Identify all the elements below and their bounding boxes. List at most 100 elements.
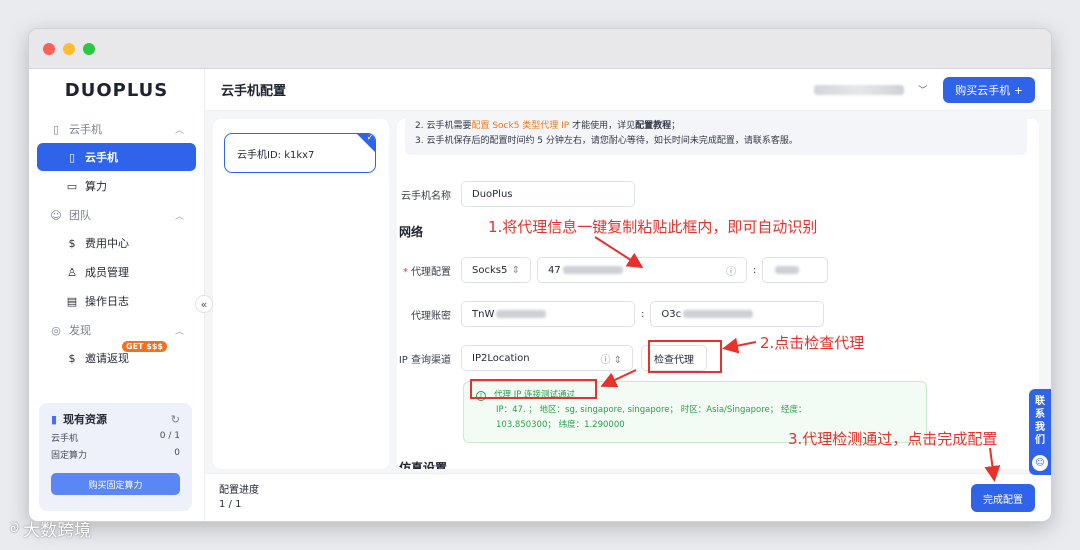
maximize-window-button[interactable] (83, 43, 95, 55)
sidebar-item-label: 邀请返现 (85, 352, 129, 365)
sidebar-item-compute[interactable]: ▭ 算力 (37, 172, 196, 200)
highlight-check-proxy (648, 340, 722, 373)
result-detail-line: IP：47. ； 地区：sg, singapore, singapore； 时区… (496, 405, 807, 415)
header: 云手机配置 ﹀ 购买云手机 + (205, 69, 1051, 111)
tutorial-link[interactable]: 配置教程 (635, 121, 671, 131)
minimize-window-button[interactable] (63, 43, 75, 55)
info-icon[interactable]: ⓘ (726, 263, 736, 278)
sidebar-item-label: 操作日志 (85, 295, 129, 308)
sidebar-item-label: 算力 (85, 180, 107, 193)
progress-value: 1 / 1 (219, 499, 242, 510)
resources-title: ▮ 现有资源 ↻ (51, 411, 180, 427)
sidebar: DUOPLUS ▯ 云手机 ︿ ▯ 云手机 ▭ 算力 ☺ 团队 ︿ $ 费用中心… (29, 69, 205, 521)
watermark-logo-icon: ᘐ (10, 521, 20, 536)
annotation-step-3: 3.代理检测通过，点击完成配置 (788, 430, 998, 448)
device-list-panel: 云手机ID: k1kx7 ✓ (213, 119, 389, 469)
compass-icon: ◎ (51, 323, 61, 337)
account-menu[interactable]: ﹀ (814, 83, 927, 96)
buy-fixed-compute-button[interactable]: 购买固定算力 (51, 473, 180, 495)
close-window-button[interactable] (43, 43, 55, 55)
members-icon: ♙ (67, 265, 77, 279)
section-network: 网络 (399, 225, 424, 239)
username-value: TnW (472, 308, 495, 320)
annotation-step-1: 1.将代理信息一键复制粘贴此框内，即可自动识别 (488, 218, 818, 236)
config-form-panel: 2. 云手机需要配置 Sock5 类型代理 IP 才能使用，详见配置教程； 3.… (397, 119, 1039, 469)
sidebar-group-label: 云手机 (69, 123, 102, 136)
notice-highlight: 配置 Sock5 类型代理 IP (471, 121, 570, 131)
contact-char: 我 (1035, 422, 1045, 433)
port-separator: : (753, 264, 757, 276)
contact-us-tab[interactable]: 联 系 我 们 ☺ (1029, 389, 1051, 475)
proxy-host-input[interactable]: 47 ⓘ (537, 257, 747, 283)
proxy-password-input[interactable]: O3c (650, 301, 825, 327)
notice-text: 才能使用，详见 (569, 121, 636, 131)
progress-label: 配置进度 (219, 485, 259, 496)
account-separator: : (641, 308, 645, 320)
proxy-host-value: 47 (548, 264, 561, 276)
chat-icon[interactable]: ☺ (1032, 455, 1048, 471)
sidebar-item-label: 云手机 (85, 151, 118, 164)
sidebar-group-team[interactable]: ☺ 团队 ︿ (37, 201, 196, 229)
sidebar-item-members[interactable]: ♙ 成员管理 (37, 258, 196, 286)
watermark: ᘐ 大数跨境 (10, 516, 91, 541)
refresh-icon[interactable]: ↻ (171, 413, 180, 426)
phone-icon: ▯ (52, 122, 60, 136)
proxy-port-input[interactable] (762, 257, 829, 283)
watermark-text: 大数跨境 (23, 521, 92, 541)
resource-row: 固定算力 0 (51, 448, 180, 461)
team-icon: ☺ (50, 208, 62, 222)
proxy-type-value: Socks5 (472, 264, 508, 276)
sidebar-item-logs[interactable]: ▤ 操作日志 (37, 287, 196, 315)
title-bar (29, 29, 1051, 69)
section-simulation: 仿真设置 (399, 461, 448, 469)
notice-line-1: 2. 云手机需要配置 Sock5 类型代理 IP 才能使用，详见配置教程； (415, 119, 1017, 134)
sidebar-item-billing[interactable]: $ 费用中心 (37, 229, 196, 257)
promo-badge: GET $$$ (122, 341, 167, 352)
chevron-up-icon: ︿ (174, 211, 184, 222)
highlight-test-result (470, 379, 597, 399)
notice-line-2: 3. 云手机保存后的配置时间约 5 分钟左右，请您耐心等待，如长时间未完成配置，… (415, 136, 798, 146)
sidebar-item-label: 成员管理 (85, 266, 129, 279)
annotation-step-2: 2.点击检查代理 (760, 334, 865, 352)
resource-label: 固定算力 (51, 451, 88, 461)
ip-query-value: IP2Location (472, 352, 530, 364)
resource-value: 0 (174, 448, 180, 458)
main-content: 云手机ID: k1kx7 ✓ 2. 云手机需要配置 Sock5 类型代理 IP … (205, 111, 1051, 521)
proxy-type-select[interactable]: Socks5 ⇕ (461, 257, 531, 283)
device-id-label: 云手机ID: k1kx7 (237, 149, 315, 161)
select-arrows-icon: ⇕ (511, 264, 520, 276)
sidebar-item-cloud-phone[interactable]: ▯ 云手机 (37, 143, 196, 171)
name-label: 云手机名称 (401, 190, 451, 202)
logo: DUOPLUS (64, 79, 169, 101)
account-name-redacted (814, 84, 905, 95)
check-icon: ✓ (366, 133, 374, 143)
sidebar-group-discover[interactable]: ◎ 发现 ︿ (37, 316, 196, 344)
sidebar-item-referral[interactable]: $ 邀请返现 GET $$$ (37, 341, 196, 372)
ip-query-label: IP 查询渠道 (398, 354, 451, 366)
proxy-label: * 代理配置 (403, 266, 451, 278)
config-progress: 配置进度 1 / 1 (219, 484, 259, 512)
sidebar-item-label: 费用中心 (85, 237, 129, 250)
sidebar-nav: ▯ 云手机 ︿ ▯ 云手机 ▭ 算力 ☺ 团队 ︿ $ 费用中心 ♙ 成员管理 … (29, 111, 204, 377)
page-title: 云手机配置 (221, 84, 287, 99)
ip-query-select[interactable]: IP2Location ⓘ ⇕ (461, 345, 633, 371)
buy-cloud-phone-button[interactable]: 购买云手机 + (943, 76, 1035, 103)
resource-value: 0 / 1 (159, 431, 180, 441)
name-input[interactable]: DuoPlus (461, 181, 635, 207)
phone-icon: ▯ (68, 150, 76, 164)
device-card[interactable]: 云手机ID: k1kx7 ✓ (224, 133, 376, 173)
info-icon[interactable]: ⓘ ⇕ (600, 351, 622, 366)
resources-title-text: 现有资源 (63, 413, 108, 426)
chevron-up-icon: ︿ (174, 125, 184, 136)
sidebar-group-label: 团队 (69, 209, 91, 222)
collapse-sidebar-button[interactable]: « (195, 295, 213, 313)
name-value: DuoPlus (472, 188, 513, 200)
resource-label: 云手机 (51, 434, 79, 444)
finish-config-button[interactable]: 完成配置 (971, 484, 1035, 512)
notice-box: 2. 云手机需要配置 Sock5 类型代理 IP 才能使用，详见配置教程； 3.… (405, 119, 1027, 155)
sidebar-group-cloud-phone[interactable]: ▯ 云手机 ︿ (37, 115, 196, 143)
chevron-up-icon: ︿ (174, 326, 184, 337)
cash-icon: $ (68, 351, 76, 365)
password-value: O3c (661, 308, 682, 320)
proxy-username-input[interactable]: TnW (461, 301, 635, 327)
